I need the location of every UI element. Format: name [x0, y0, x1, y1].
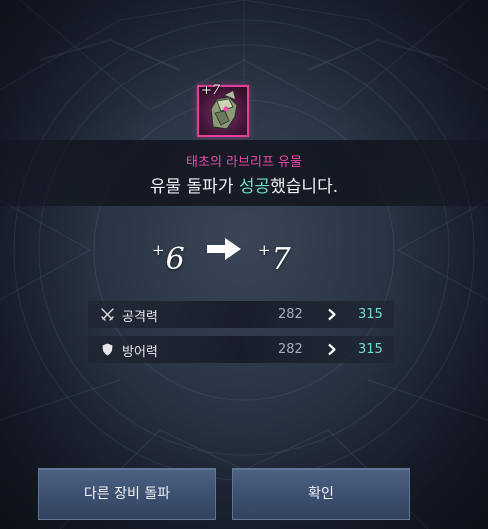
- stat-after-value: 315: [358, 307, 383, 322]
- relic-item-icon: +7: [197, 83, 249, 137]
- item-name: 태초의 라브리프 유물: [186, 155, 302, 170]
- level-before-plus: +: [152, 241, 165, 259]
- stat-label: 방어력: [122, 345, 158, 360]
- result-message: 유물 돌파가 성공했습니다.: [0, 172, 488, 197]
- relic-breakthrough-result-dialog: +7 태초의 라브리프 유물 유물 돌파가 성공했습니다. +6 +7 공격력 …: [0, 0, 488, 529]
- level-before: +6: [152, 232, 185, 278]
- stat-after-value: 315: [358, 342, 383, 357]
- confirm-button[interactable]: 확인: [232, 468, 410, 520]
- result-message-prefix: 유물 돌파가: [149, 177, 239, 197]
- chevron-right-icon: [328, 308, 336, 321]
- chevron-right-icon: [328, 343, 336, 356]
- item-level-label: +7: [201, 83, 221, 98]
- right-arrow-icon: [207, 238, 241, 260]
- result-message-highlight: 성공: [238, 177, 271, 197]
- crossed-swords-icon: [101, 308, 114, 321]
- stat-row-defense: 방어력 282 315: [88, 336, 394, 363]
- level-after: +7: [258, 232, 291, 278]
- level-after-plus: +: [258, 241, 271, 259]
- vignette-overlay: [0, 0, 488, 529]
- stat-label: 공격력: [122, 310, 158, 325]
- stat-before-value: 282: [278, 307, 303, 322]
- stat-before-value: 282: [278, 342, 303, 357]
- level-after-value: 7: [271, 242, 291, 277]
- result-message-suffix: 했습니다.: [270, 177, 339, 197]
- other-equipment-breakthrough-button[interactable]: 다른 장비 돌파: [38, 468, 216, 520]
- stat-row-attack: 공격력 282 315: [88, 301, 394, 328]
- background-pattern: [0, 0, 488, 529]
- shield-icon: [102, 343, 113, 356]
- level-before-value: 6: [165, 242, 185, 277]
